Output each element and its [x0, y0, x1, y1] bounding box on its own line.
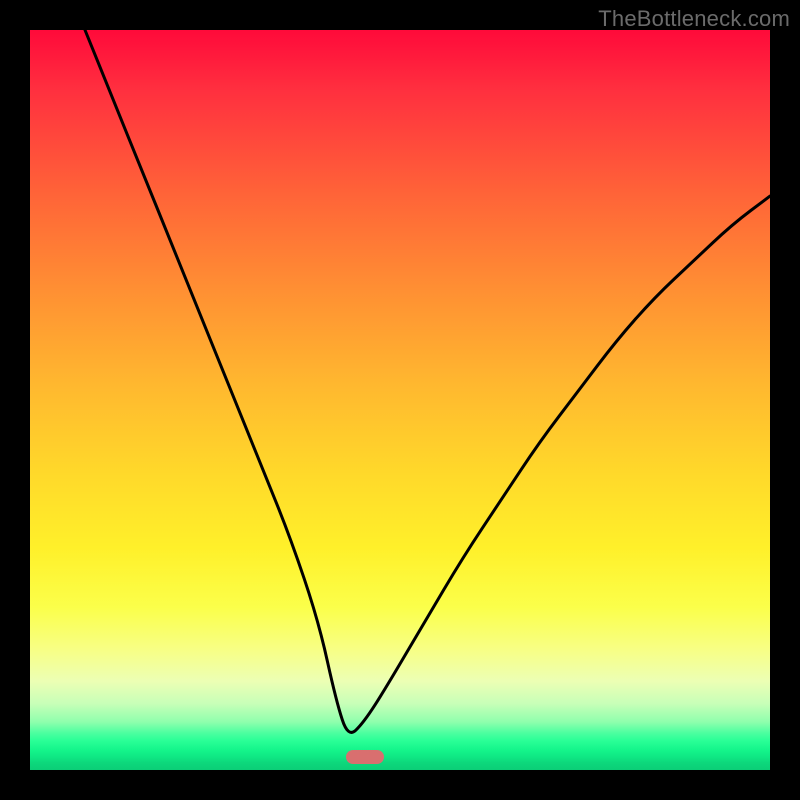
bottleneck-curve [30, 30, 770, 770]
watermark-text: TheBottleneck.com [598, 6, 790, 32]
chart-frame: TheBottleneck.com [0, 0, 800, 800]
optimal-marker [346, 750, 384, 764]
plot-area [30, 30, 770, 770]
